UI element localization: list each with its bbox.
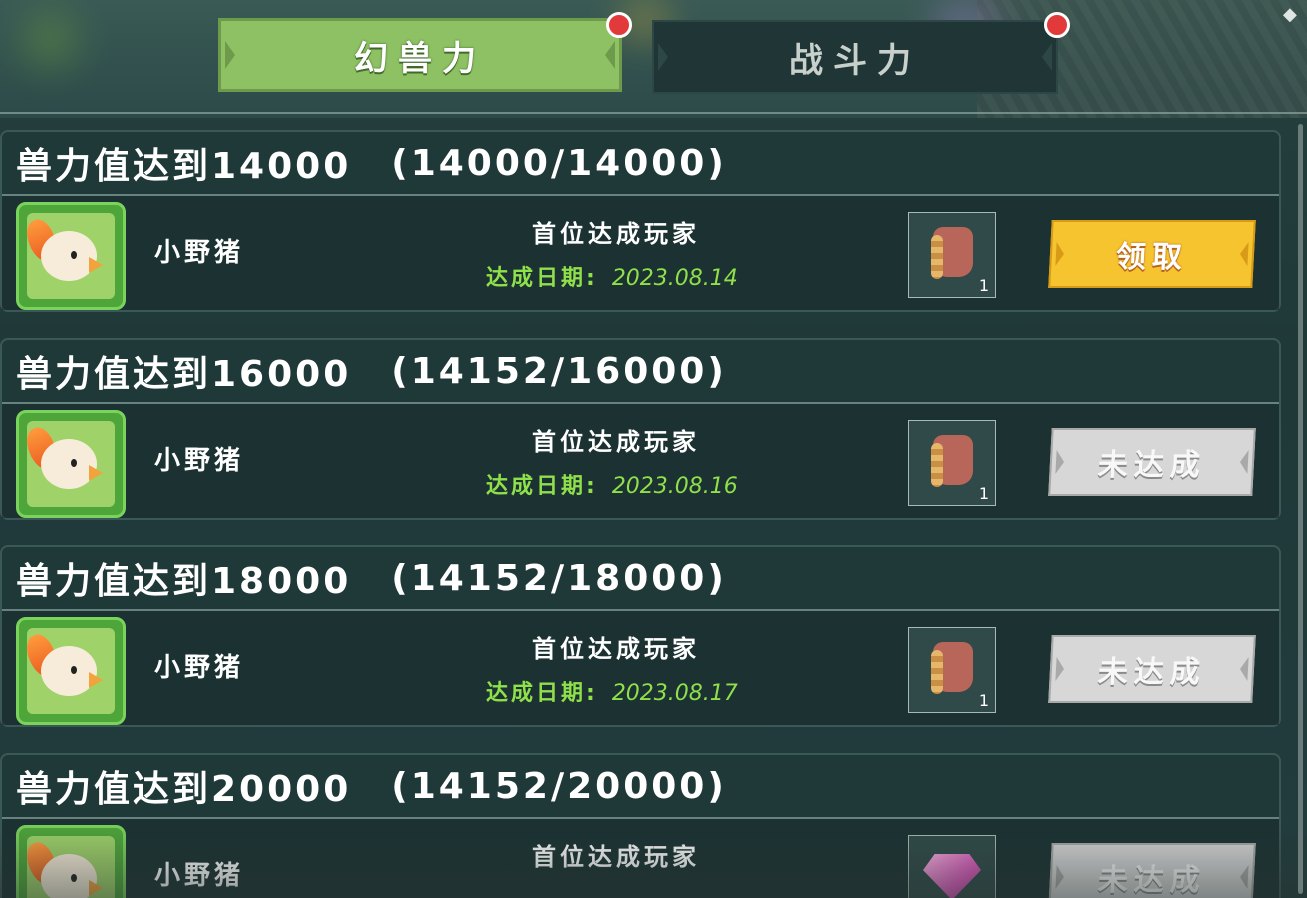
date-label: 达成日期: — [486, 266, 598, 291]
milestone-title: 兽力值达到20000 — [16, 769, 352, 810]
first-achiever-label: 首位达成玩家 — [532, 843, 700, 871]
reward-slot[interactable] — [908, 835, 996, 898]
player-avatar[interactable] — [16, 617, 126, 725]
button-notch-left — [1055, 865, 1065, 889]
milestone-body: 小野猪 首位达成玩家 达成日期: 2023.08.16 1 未达成 — [2, 404, 1279, 518]
reward-slot[interactable]: 1 — [908, 420, 996, 506]
bag-braid — [931, 650, 943, 694]
button-notch-left — [1055, 242, 1065, 266]
milestone-title: 兽力值达到18000 — [16, 561, 352, 602]
tab-beast-power[interactable]: 幻兽力 — [218, 18, 622, 92]
button-notch-right — [1239, 865, 1249, 889]
milestone-progress: (14152/18000) — [391, 557, 727, 599]
milestone-card: 兽力值达到18000 (14152/18000) 小野猪 首位达成玩家 达成日期… — [0, 545, 1281, 727]
tab-combat-power[interactable]: 战斗力 — [652, 20, 1058, 94]
bird-beak — [89, 257, 103, 273]
first-achiever-label: 首位达成玩家 — [532, 428, 700, 456]
not-achieved-button[interactable]: 未达成 — [1048, 428, 1256, 496]
player-name: 小野猪 — [154, 653, 245, 683]
milestone-list[interactable]: 兽力值达到14000 (14000/14000) 小野猪 首位达成玩家 达成日期… — [0, 130, 1283, 898]
background-blob — [20, 10, 80, 70]
claim-button[interactable]: 领取 — [1048, 220, 1256, 288]
achieve-date: 达成日期: 2023.08.16 — [486, 468, 738, 500]
milestone-title: 兽力值达到16000 — [16, 354, 352, 395]
chevron-icon[interactable]: ◆ — [1283, 6, 1301, 24]
tab-notch-left — [658, 43, 668, 71]
milestone-body: 小野猪 首位达成玩家 达成日期: 2023.08.14 1 领取 — [2, 196, 1279, 310]
not-achieved-button-label: 未达成 — [1096, 655, 1207, 690]
milestone-title: 兽力值达到14000 — [16, 146, 352, 187]
player-name: 小野猪 — [154, 861, 245, 891]
bag-braid — [931, 235, 943, 279]
milestone-progress: (14000/14000) — [391, 142, 727, 184]
tab-beast-power-label: 幻兽力 — [354, 38, 486, 79]
scrollbar[interactable] — [1298, 124, 1303, 894]
reward-quantity: 1 — [978, 276, 989, 295]
achieve-date: 达成日期: 2023.08.17 — [486, 675, 738, 707]
milestone-body: 小野猪 首位达成玩家 未达成 — [2, 819, 1279, 898]
milestone-header: 兽力值达到18000 (14152/18000) — [2, 547, 1279, 609]
bird-pet-icon — [41, 646, 97, 696]
notification-dot — [1044, 12, 1070, 38]
bird-beak — [89, 465, 103, 481]
pink-gem-icon — [923, 854, 981, 898]
tab-notch-right — [1042, 43, 1052, 71]
bag-braid — [931, 443, 943, 487]
player-name: 小野猪 — [154, 446, 245, 476]
milestone-card: 兽力值达到20000 (14152/20000) 小野猪 首位达成玩家 未达成 — [0, 753, 1281, 898]
first-achiever-label: 首位达成玩家 — [532, 635, 700, 663]
player-avatar[interactable] — [16, 410, 126, 518]
achieve-date: 达成日期: 2023.08.14 — [486, 260, 738, 292]
milestone-header: 兽力值达到16000 (14152/16000) — [2, 340, 1279, 402]
bird-eye — [71, 666, 77, 674]
bird-pet-icon — [41, 231, 97, 281]
bird-beak — [89, 672, 103, 688]
milestone-card: 兽力值达到16000 (14152/16000) 小野猪 首位达成玩家 达成日期… — [0, 338, 1281, 520]
tab-notch-left — [225, 41, 235, 69]
not-achieved-button-label: 未达成 — [1096, 863, 1207, 898]
milestone-header: 兽力值达到20000 (14152/20000) — [2, 755, 1279, 817]
bird-eye — [71, 874, 77, 882]
milestone-card: 兽力值达到14000 (14000/14000) 小野猪 首位达成玩家 达成日期… — [0, 130, 1281, 312]
first-achiever-label: 首位达成玩家 — [532, 220, 700, 248]
milestone-body: 小野猪 首位达成玩家 达成日期: 2023.08.17 1 未达成 — [2, 611, 1279, 725]
claim-button-label: 领取 — [1114, 240, 1189, 275]
tab-notch-right — [605, 41, 615, 69]
tab-combat-power-label: 战斗力 — [789, 40, 921, 81]
button-notch-right — [1239, 242, 1249, 266]
bird-eye — [71, 251, 77, 259]
milestone-header: 兽力值达到14000 (14000/14000) — [2, 132, 1279, 194]
date-value: 2023.08.14 — [611, 266, 738, 291]
tab-divider — [0, 112, 1307, 114]
milestone-progress: (14152/20000) — [391, 765, 727, 807]
button-notch-right — [1239, 657, 1249, 681]
bird-beak — [89, 880, 103, 896]
reward-slot[interactable]: 1 — [908, 212, 996, 298]
date-label: 达成日期: — [486, 681, 598, 706]
notification-dot — [606, 12, 632, 38]
bird-pet-icon — [41, 439, 97, 489]
button-notch-left — [1055, 657, 1065, 681]
reward-quantity: 1 — [978, 691, 989, 710]
bird-eye — [71, 459, 77, 467]
player-avatar[interactable] — [16, 825, 126, 898]
milestone-progress: (14152/16000) — [391, 350, 727, 392]
date-value: 2023.08.17 — [611, 681, 738, 706]
not-achieved-button-label: 未达成 — [1096, 448, 1207, 483]
date-label: 达成日期: — [486, 474, 598, 499]
date-value: 2023.08.16 — [611, 474, 738, 499]
reward-quantity: 1 — [978, 484, 989, 503]
button-notch-left — [1055, 450, 1065, 474]
reward-slot[interactable]: 1 — [908, 627, 996, 713]
button-notch-right — [1239, 450, 1249, 474]
player-name: 小野猪 — [154, 238, 245, 268]
player-avatar[interactable] — [16, 202, 126, 310]
not-achieved-button[interactable]: 未达成 — [1048, 843, 1256, 898]
not-achieved-button[interactable]: 未达成 — [1048, 635, 1256, 703]
